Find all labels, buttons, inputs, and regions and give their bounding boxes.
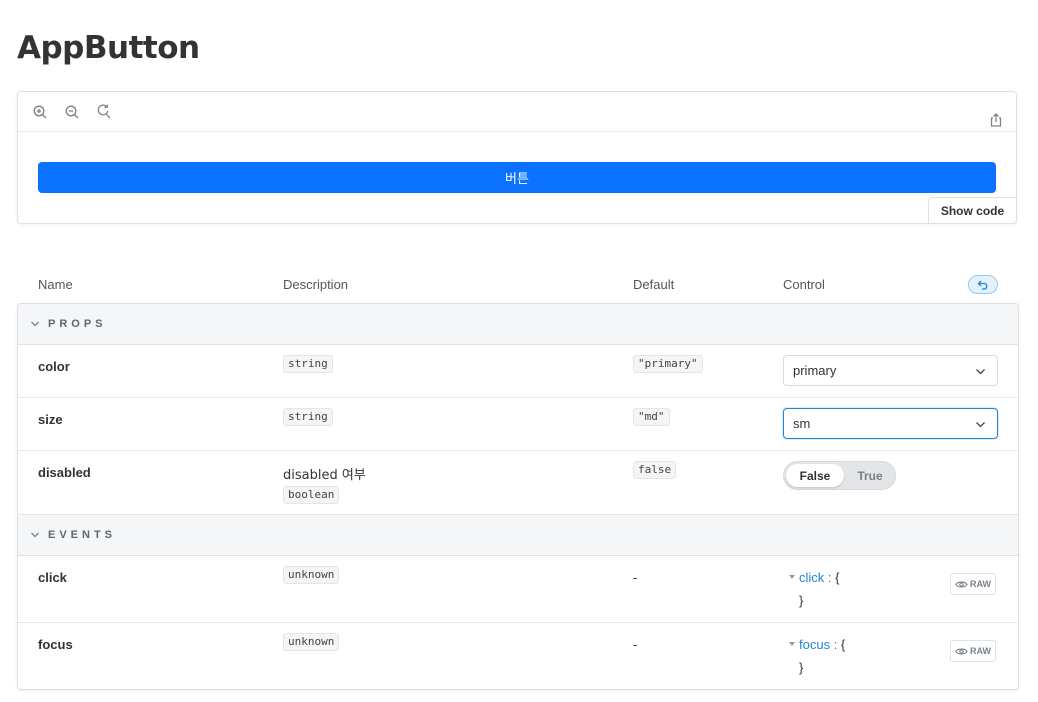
table-row: focus unknown - focus : { } RAW [18,623,1018,689]
color-select[interactable]: primary [783,355,998,386]
event-colon: : [830,637,841,652]
section-label: PROPS [48,318,107,330]
table-row: size string "md" sm [18,398,1018,451]
chevron-down-icon [976,369,985,375]
preview-panel: 버튼 Show code [17,91,1017,224]
event-key: focus [799,637,831,652]
show-code-button[interactable]: Show code [928,197,1017,224]
undo-icon [977,280,988,290]
arg-name: color [38,359,70,374]
reset-zoom-icon[interactable] [96,104,112,120]
event-open-brace: { [840,637,846,652]
toggle-false-option[interactable]: False [786,464,844,487]
raw-button[interactable]: RAW [950,573,996,595]
default-chip: "md" [633,408,670,426]
event-colon: : [824,570,836,585]
zoom-out-icon[interactable] [64,104,80,120]
type-chip: string [283,408,333,426]
type-chip: boolean [283,486,340,504]
type-chip: string [283,355,333,373]
header-default: Default [633,277,675,292]
page-title: AppButton [17,30,200,66]
type-chip: unknown [283,566,340,584]
header-control: Control [783,277,825,292]
raw-label: RAW [970,646,991,656]
event-key: click [799,570,825,585]
raw-label: RAW [970,579,991,589]
select-value: primary [793,363,837,378]
raw-button[interactable]: RAW [950,640,996,662]
chevron-down-icon [31,321,39,327]
arg-name: disabled [38,465,91,480]
table-row: click unknown - click : { } RAW [18,556,1018,623]
arg-name: size [38,412,63,427]
preview-canvas: 버튼 [18,133,1016,223]
select-value: sm [793,416,811,431]
arg-name: click [38,570,67,585]
chevron-down-icon [976,422,985,428]
type-chip: unknown [283,633,340,651]
default-value: - [633,570,638,585]
section-events[interactable]: EVENTS [18,515,1018,556]
preview-toolbar [18,92,1016,132]
event-close-brace: } [799,593,804,608]
header-name: Name [38,277,73,292]
event-close-brace: } [799,660,804,675]
args-table-header: Name Description Default Control [17,270,1018,300]
header-description: Description [283,277,349,292]
section-props[interactable]: PROPS [18,304,1018,345]
arg-description: disabled 여부 [283,468,366,483]
event-object[interactable]: click : { [789,570,839,585]
table-row: color string "primary" primary [18,345,1018,398]
arg-name: focus [38,637,73,652]
section-label: EVENTS [48,529,117,541]
reset-controls-button[interactable] [968,275,998,294]
eye-icon [955,581,968,587]
default-value: - [633,637,638,652]
default-chip: "primary" [633,355,703,373]
table-row: disabled disabled 여부 boolean false False… [18,451,1018,515]
args-table: PROPS color string "primary" primary siz… [17,303,1019,690]
expand-triangle-icon[interactable] [789,574,795,579]
toggle-true-option[interactable]: True [847,464,893,487]
primary-button[interactable]: 버튼 [38,162,996,193]
share-icon[interactable] [988,112,1004,128]
event-object[interactable]: focus : { [789,637,845,652]
expand-triangle-icon[interactable] [789,641,795,646]
disabled-toggle[interactable]: False True [783,461,896,490]
event-open-brace: { [835,570,840,585]
eye-icon [955,648,968,654]
size-select[interactable]: sm [783,408,998,439]
default-chip: false [633,461,677,479]
chevron-down-icon [31,532,39,538]
zoom-in-icon[interactable] [32,104,48,120]
